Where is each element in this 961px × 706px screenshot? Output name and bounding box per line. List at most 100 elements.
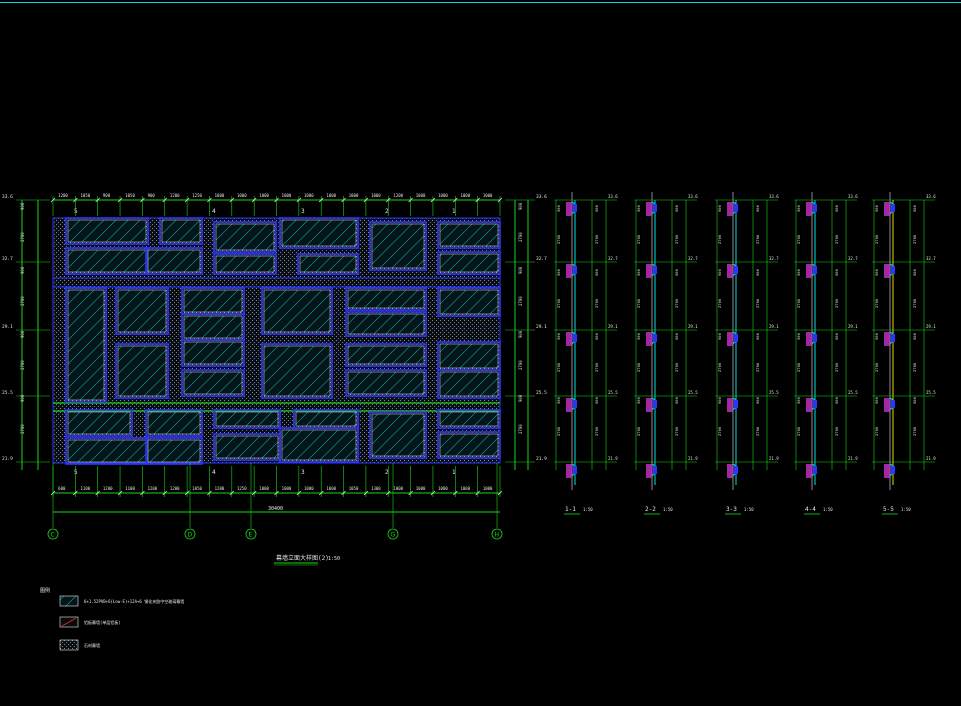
top-dim-value: 1200 xyxy=(393,193,403,198)
legend-item-aluminum: 铝板幕墙(单层铝板) xyxy=(84,619,121,625)
section-level: 29.1 xyxy=(926,324,936,329)
section-level: 32.7 xyxy=(608,256,618,261)
section-level: 29.1 xyxy=(769,324,779,329)
right-dim-value: 2700 xyxy=(518,296,523,306)
section-dim: 900 xyxy=(674,204,679,212)
section-4: 33.6 32.7 29.1 25.5 21.9 900 900 2700 2700 900 900… xyxy=(794,192,858,515)
level-value: 25.5 xyxy=(536,390,547,396)
glass-window xyxy=(213,253,277,275)
section-level: 25.5 xyxy=(848,390,858,395)
glass-window xyxy=(181,287,245,315)
anchor xyxy=(813,466,817,474)
section-level: 25.5 xyxy=(769,390,779,395)
section-dim: 2700 xyxy=(912,362,917,372)
bottom-dim-value: 1000 xyxy=(393,486,403,491)
glass-window xyxy=(293,409,359,429)
level-value: 25.5 xyxy=(2,390,13,396)
level-value: 33.6 xyxy=(2,194,13,200)
left-dim-value: 900 xyxy=(20,266,25,274)
section-dim: 2700 xyxy=(912,298,917,308)
anchor xyxy=(891,204,895,212)
section-level: 21.9 xyxy=(848,456,858,461)
glass-window xyxy=(345,369,427,397)
top-dim-value: 1000 xyxy=(304,193,314,198)
slab-edge xyxy=(566,264,572,278)
section-dim: 900 xyxy=(755,204,760,212)
glass-window xyxy=(437,251,501,275)
left-dim-value: 2700 xyxy=(20,360,25,370)
section-dim: 2700 xyxy=(834,234,839,244)
section-dim: 900 xyxy=(636,204,641,212)
section-dim: 900 xyxy=(556,396,561,404)
anchor xyxy=(734,266,738,274)
slab-edge xyxy=(806,332,812,346)
section-dim: 900 xyxy=(717,396,722,404)
section-level: 21.9 xyxy=(926,456,936,461)
slab-edge xyxy=(806,398,812,412)
section-dim: 2700 xyxy=(912,426,917,436)
section-scale: 1:50 xyxy=(823,507,833,512)
level-value: 21.9 xyxy=(536,456,547,462)
overall-dimension: 30400 xyxy=(268,506,283,512)
main-elevation xyxy=(52,217,501,465)
glass-window xyxy=(145,409,203,437)
glass-window xyxy=(115,287,169,335)
section-label: 3-3 xyxy=(726,506,737,513)
section-dim: 2700 xyxy=(874,298,879,308)
section-dim: 2700 xyxy=(874,426,879,436)
top-dim-value: 1000 xyxy=(326,193,336,198)
slab-edge xyxy=(646,332,652,346)
bottom-dim-value: 1050 xyxy=(192,486,202,491)
section-dim: 2700 xyxy=(874,362,879,372)
top-dim-value: 1000 xyxy=(349,193,359,198)
right-dim-value: 2700 xyxy=(518,360,523,370)
section-dim: 900 xyxy=(796,396,801,404)
section-1: 33.6 32.7 29.1 25.5 21.9 900 900 2700 2700 900 900… xyxy=(554,192,618,515)
section-scale: 1:50 xyxy=(744,507,754,512)
section-dim: 900 xyxy=(594,204,599,212)
section-dim: 900 xyxy=(874,204,879,212)
glass-window xyxy=(261,343,333,399)
glass-window xyxy=(279,217,359,249)
section-dim: 2700 xyxy=(594,298,599,308)
panel-mark: 3 xyxy=(301,469,305,476)
anchor xyxy=(653,204,657,212)
section-level: 32.7 xyxy=(688,256,698,261)
section-dim: 900 xyxy=(834,268,839,276)
glass-window xyxy=(213,433,281,461)
bottom-dim-value: 1000 xyxy=(304,486,314,491)
glass-window xyxy=(181,369,245,397)
axis-grid: CDEGH xyxy=(47,463,503,540)
section-dim: 2700 xyxy=(834,426,839,436)
panel-mark: 5 xyxy=(74,208,78,215)
section-dim: 900 xyxy=(834,396,839,404)
bottom-dim-value: 1200 xyxy=(148,486,158,491)
legend-stone-swatch xyxy=(59,639,79,651)
anchor xyxy=(653,400,657,408)
right-dim-value: 900 xyxy=(518,394,523,402)
glass-window xyxy=(145,437,203,465)
top-dim-value: 1250 xyxy=(192,193,202,198)
level-value: 29.1 xyxy=(2,324,13,330)
axis-label: H xyxy=(495,532,500,539)
section-level: 32.7 xyxy=(769,256,779,261)
level-value: 33.6 xyxy=(536,194,547,200)
section-dim: 900 xyxy=(636,332,641,340)
section-5: 33.6 32.7 29.1 25.5 21.9 900 900 2700 2700 900 900… xyxy=(872,192,936,515)
panel-mark: 3 xyxy=(301,208,305,215)
panel-mark: 5 xyxy=(74,469,78,476)
section-dim: 2700 xyxy=(594,234,599,244)
section-level: 29.1 xyxy=(608,324,618,329)
anchor xyxy=(573,466,577,474)
section-level: 29.1 xyxy=(848,324,858,329)
section-level: 33.6 xyxy=(688,194,698,199)
section-dim: 2700 xyxy=(717,298,722,308)
glass-window xyxy=(437,221,501,249)
section-dim: 2700 xyxy=(796,234,801,244)
right-level-chain: 33.6 32.7 29.1 25.5 21.9 900 2700 900 2700 900 270… xyxy=(505,194,547,470)
section-level: 21.9 xyxy=(769,456,779,461)
section-dim: 900 xyxy=(594,268,599,276)
anchor xyxy=(573,266,577,274)
section-level: 21.9 xyxy=(608,456,618,461)
section-dim: 2700 xyxy=(556,362,561,372)
